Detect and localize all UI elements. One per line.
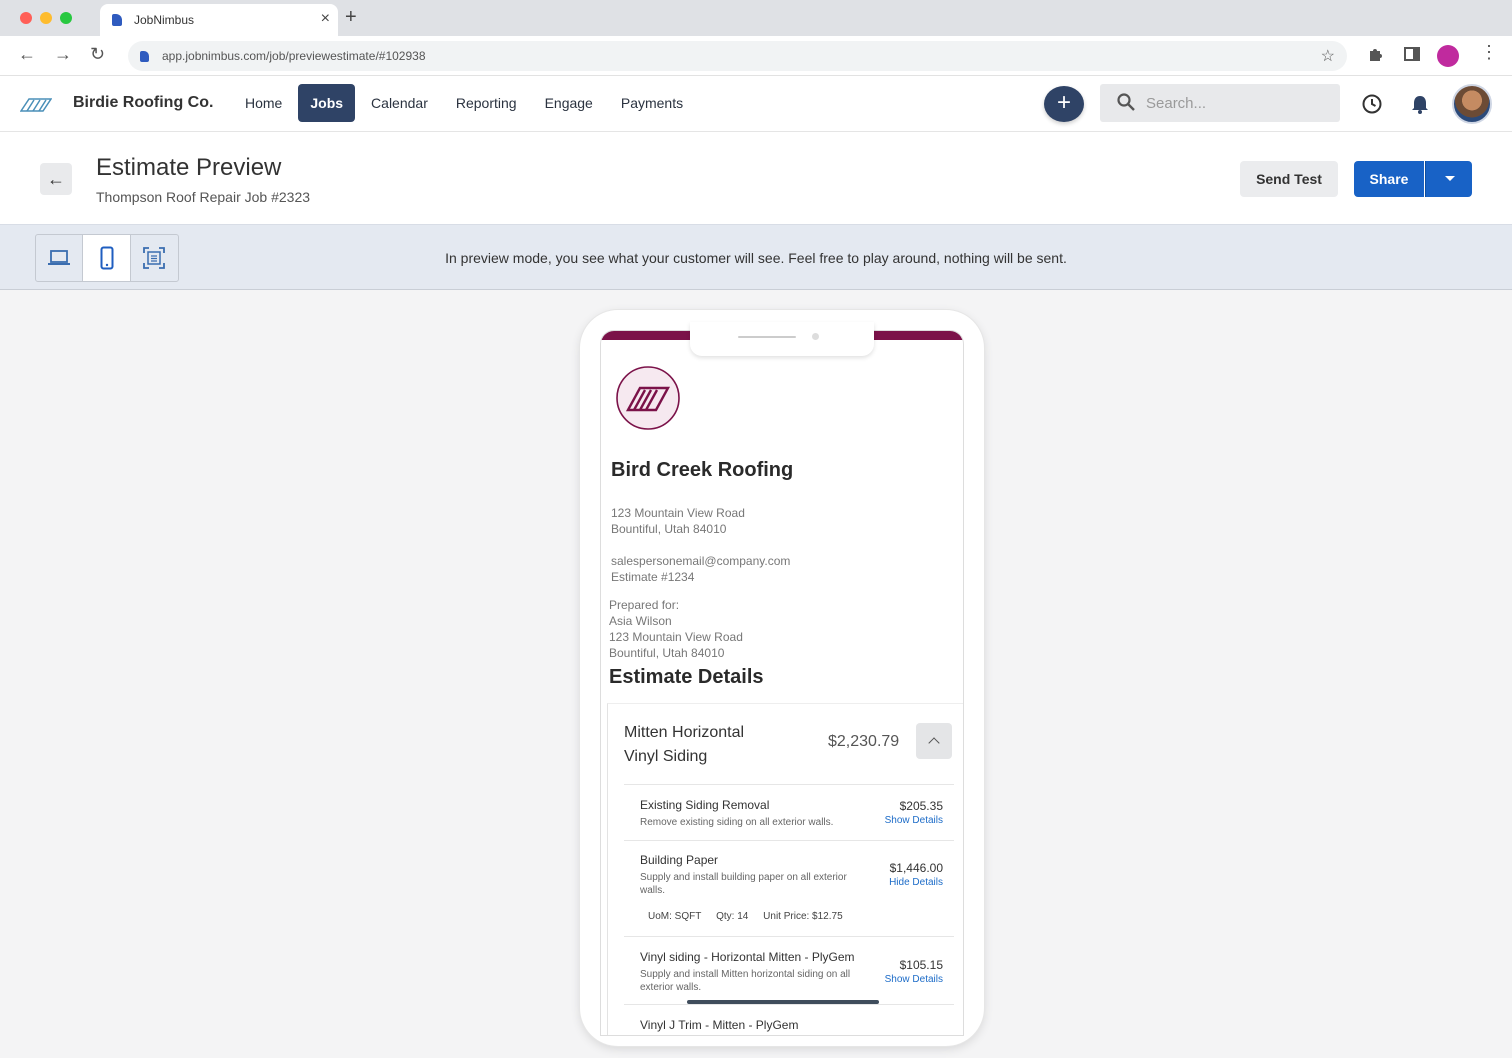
preview-mode-message: In preview mode, you see what your custo… bbox=[445, 250, 1067, 266]
nav-reporting[interactable]: Reporting bbox=[444, 84, 529, 122]
search-input[interactable] bbox=[1146, 84, 1326, 122]
user-avatar[interactable] bbox=[1452, 84, 1492, 124]
side-panel-icon[interactable] bbox=[1403, 45, 1421, 63]
search-box[interactable] bbox=[1100, 84, 1340, 122]
browser-tab[interactable]: JobNimbus × bbox=[100, 4, 338, 36]
back-arrow-icon[interactable]: ← bbox=[18, 44, 36, 65]
brand-name[interactable]: Birdie Roofing Co. bbox=[73, 94, 213, 112]
browser-tabstrip: JobNimbus × + bbox=[0, 0, 1512, 36]
nav-home[interactable]: Home bbox=[233, 84, 294, 122]
jobnimbus-favicon-icon bbox=[112, 14, 122, 26]
history-clock-icon[interactable] bbox=[1361, 93, 1383, 115]
estimate-details-heading: Estimate Details bbox=[609, 666, 764, 688]
close-window-button[interactable] bbox=[20, 12, 32, 24]
home-indicator bbox=[687, 1000, 879, 1004]
page-title: Estimate Preview bbox=[96, 154, 282, 181]
qty-value: Qty: 14 bbox=[716, 911, 749, 922]
line-item-name: Vinyl J Trim - Mitten - PlyGem bbox=[640, 1018, 799, 1032]
customer-address-line-1: 123 Mountain View Road bbox=[609, 630, 743, 644]
item-divider bbox=[624, 1004, 954, 1005]
nav-calendar[interactable]: Calendar bbox=[359, 84, 440, 122]
close-tab-icon[interactable]: × bbox=[321, 10, 330, 28]
brand-logo-icon[interactable] bbox=[20, 96, 52, 112]
browser-menu-icon[interactable]: ⋮ bbox=[1480, 42, 1498, 63]
bookmark-star-icon[interactable]: ☆ bbox=[1321, 46, 1335, 66]
estimate-number: Estimate #1234 bbox=[611, 570, 695, 584]
company-logo-icon bbox=[616, 366, 680, 430]
notifications-bell-icon[interactable] bbox=[1409, 93, 1431, 115]
speaker-grille bbox=[738, 336, 796, 338]
unit-price-value: Unit Price: $12.75 bbox=[763, 911, 843, 922]
hide-details-link[interactable]: Hide Details bbox=[889, 877, 943, 888]
customer-address-line-2: Bountiful, Utah 84010 bbox=[609, 646, 725, 660]
company-address-line-2: Bountiful, Utah 84010 bbox=[611, 522, 727, 536]
camera-dot bbox=[812, 333, 819, 340]
browser-profile-icon[interactable] bbox=[1437, 45, 1459, 67]
nav-jobs[interactable]: Jobs bbox=[298, 84, 356, 122]
new-tab-icon[interactable]: + bbox=[345, 6, 357, 29]
add-new-button[interactable]: + bbox=[1044, 86, 1084, 122]
search-icon bbox=[1117, 93, 1135, 111]
phone-notch bbox=[690, 322, 874, 356]
show-details-link[interactable]: Show Details bbox=[885, 974, 943, 985]
customer-name: Asia Wilson bbox=[609, 614, 672, 628]
share-dropdown-button[interactable] bbox=[1425, 161, 1472, 197]
line-item-name: Building Paper bbox=[640, 853, 719, 867]
collapse-group-button[interactable] bbox=[916, 723, 952, 759]
line-item-description: Supply and install building paper on all… bbox=[640, 872, 847, 896]
item-divider bbox=[624, 784, 954, 785]
browser-toolbar: ← → ↻ app.jobnimbus.com/job/previewestim… bbox=[0, 36, 1512, 76]
maximize-window-button[interactable] bbox=[60, 12, 72, 24]
share-button[interactable]: Share bbox=[1354, 161, 1424, 197]
send-test-button[interactable]: Send Test bbox=[1240, 161, 1338, 197]
prepared-for-label: Prepared for: bbox=[609, 598, 680, 612]
site-favicon-icon bbox=[140, 51, 149, 62]
group-total: $2,230.79 bbox=[828, 733, 900, 750]
show-details-link[interactable]: Show Details bbox=[885, 815, 943, 826]
reload-icon[interactable]: ↻ bbox=[90, 44, 105, 65]
item-divider bbox=[624, 936, 954, 937]
caret-down-icon bbox=[1445, 176, 1455, 181]
line-item-meta: UoM: SQFT Qty: 14 Unit Price: $12.75 bbox=[648, 911, 855, 922]
back-button[interactable]: ← bbox=[40, 163, 72, 195]
page-header: ← Estimate Preview Thompson Roof Repair … bbox=[0, 132, 1512, 224]
arrow-left-icon: ← bbox=[47, 169, 65, 189]
line-item-price: $105.15 bbox=[899, 958, 943, 972]
address-bar[interactable]: app.jobnimbus.com/job/previewestimate/#1… bbox=[128, 41, 1347, 71]
page-subtitle: Thompson Roof Repair Job #2323 bbox=[96, 189, 311, 205]
phone-screen[interactable]: Bird Creek Roofing 123 Mountain View Roa… bbox=[600, 330, 964, 1036]
salesperson-email[interactable]: salespersonemail@company.com bbox=[611, 553, 790, 569]
company-name: Bird Creek Roofing bbox=[611, 459, 794, 481]
tab-title: JobNimbus bbox=[134, 13, 195, 27]
app-header: Birdie Roofing Co. Home Jobs Calendar Re… bbox=[0, 76, 1512, 132]
chevron-up-icon bbox=[928, 737, 940, 749]
uom-value: UoM: SQFT bbox=[648, 911, 702, 922]
line-item-name: Vinyl siding - Horizontal Mitten - PlyGe… bbox=[640, 950, 855, 964]
main-nav: Home Jobs Calendar Reporting Engage Paym… bbox=[233, 84, 695, 122]
extensions-puzzle-icon[interactable] bbox=[1367, 45, 1385, 63]
line-item-price: $1,446.00 bbox=[889, 861, 943, 875]
item-divider bbox=[624, 840, 954, 841]
phone-frame: Bird Creek Roofing 123 Mountain View Roa… bbox=[580, 310, 984, 1046]
nav-payments[interactable]: Payments bbox=[609, 84, 695, 122]
url-text: app.jobnimbus.com/job/previewestimate/#1… bbox=[162, 49, 426, 63]
line-item-description: Remove existing siding on all exterior w… bbox=[640, 817, 834, 828]
line-item-name: Existing Siding Removal bbox=[640, 798, 770, 812]
line-item-description: Supply and install Mitten horizontal sid… bbox=[640, 969, 851, 993]
forward-arrow-icon[interactable]: → bbox=[54, 44, 72, 65]
line-item-price: $205.35 bbox=[899, 799, 943, 813]
estimate-group-card: Mitten Horizontal Vinyl Siding $2,230.79… bbox=[607, 703, 963, 1035]
group-title: Mitten Horizontal Vinyl Siding bbox=[624, 724, 745, 765]
preview-banner: In preview mode, you see what your custo… bbox=[0, 224, 1512, 290]
minimize-window-button[interactable] bbox=[40, 12, 52, 24]
nav-engage[interactable]: Engage bbox=[533, 84, 605, 122]
company-address-line-1: 123 Mountain View Road bbox=[611, 506, 745, 520]
